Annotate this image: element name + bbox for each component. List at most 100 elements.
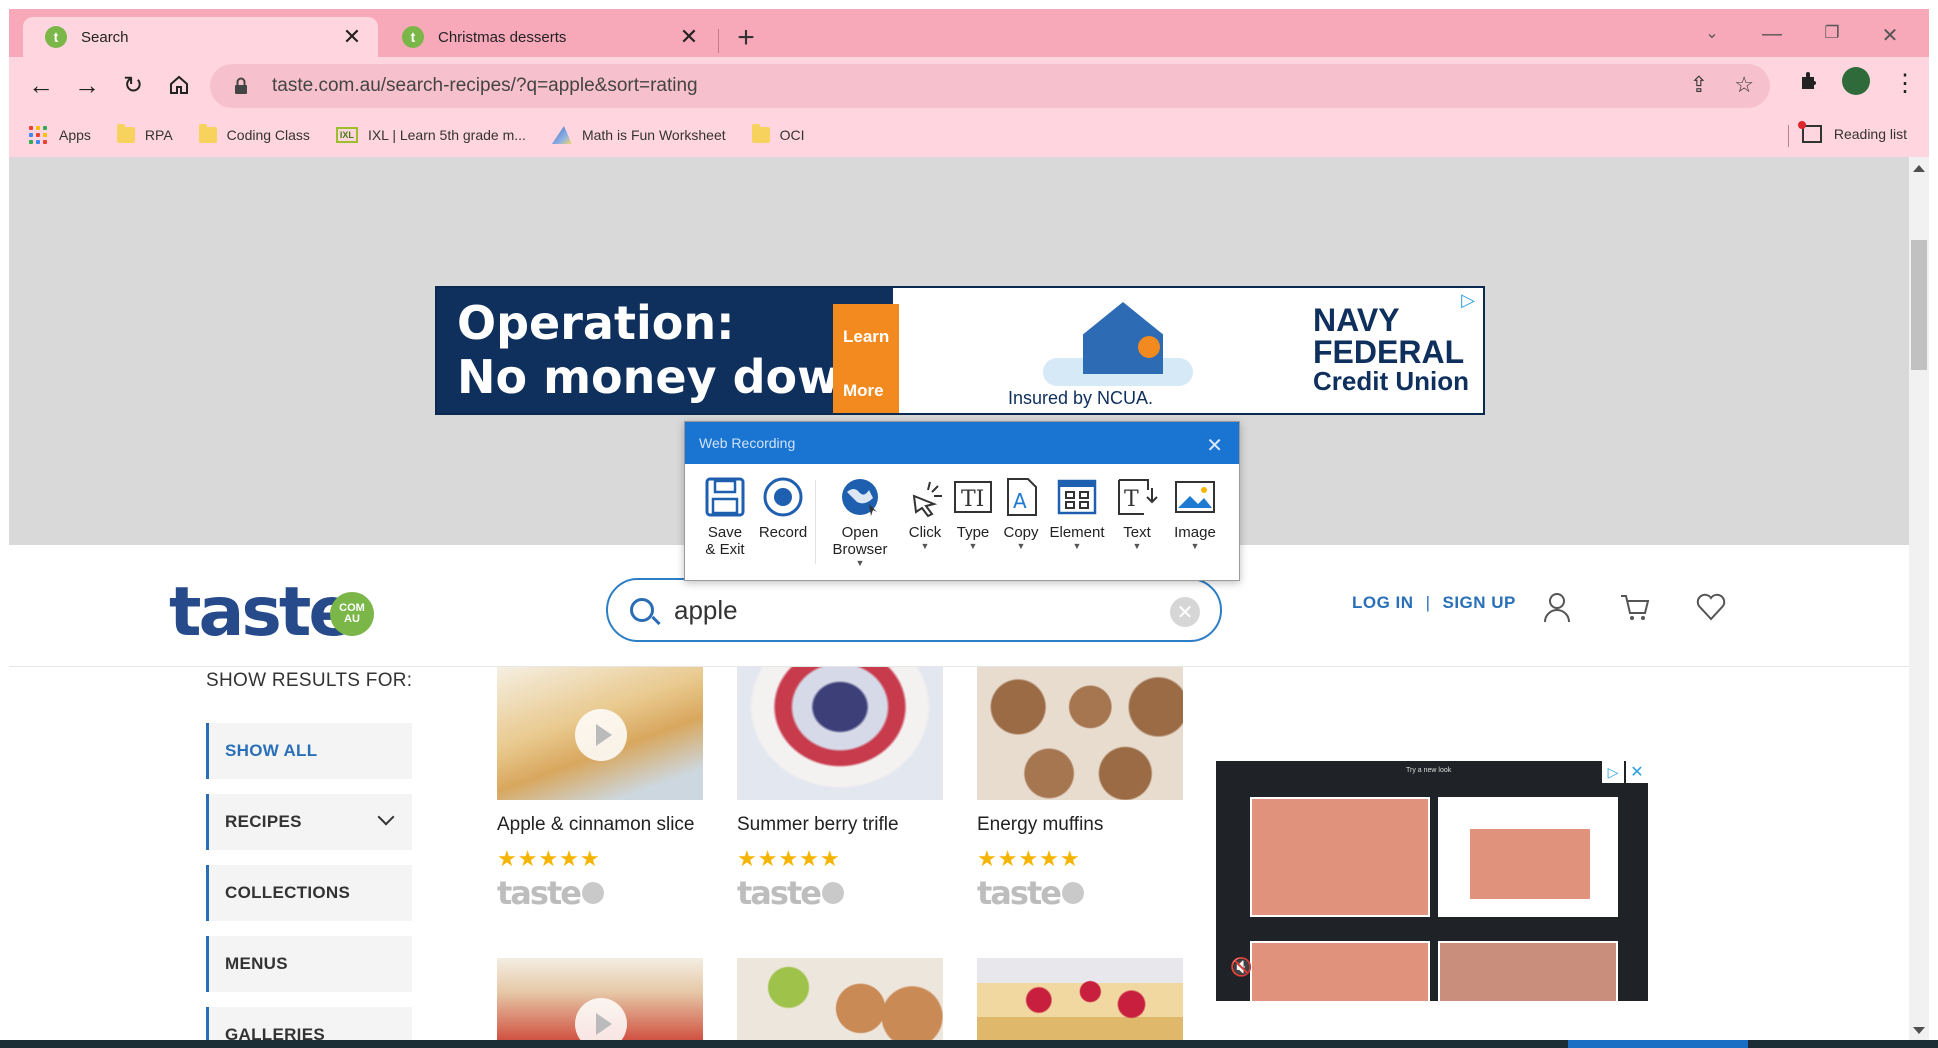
save-exit-button[interactable]: Save & Exit (703, 476, 747, 558)
bookmark-star-icon[interactable]: ☆ (1734, 72, 1754, 98)
muted-speaker-icon[interactable]: 🔇 (1230, 957, 1252, 978)
adchoices-icon[interactable]: ▷ (1461, 290, 1475, 311)
recipe-title[interactable]: Apple & cinnamon slice (497, 814, 703, 836)
text-button[interactable]: T Text ▼ (1115, 476, 1159, 551)
type-button[interactable]: TI Type ▼ (951, 476, 995, 551)
lock-icon[interactable] (234, 77, 248, 95)
bookmark-oci[interactable]: OCI (751, 124, 805, 143)
scroll-down-icon[interactable] (1913, 1027, 1925, 1034)
sidebar-item-galleries[interactable]: GALLERIES (206, 1007, 412, 1042)
dropdown-caret-icon[interactable]: ▼ (999, 541, 1043, 551)
bookmarks-divider (1788, 125, 1789, 147)
recipe-card[interactable]: Summer berry trifle ★★★★★ taste (737, 667, 943, 912)
bookmark-ixl[interactable]: IXL IXL | Learn 5th grade m... (335, 127, 526, 143)
close-tab-icon[interactable]: ✕ (340, 24, 364, 50)
recipe-image[interactable] (737, 958, 943, 1042)
address-bar[interactable]: taste.com.au/search-recipes/?q=apple&sor… (210, 64, 1770, 108)
sidebar-item-recipes[interactable]: RECIPES (206, 794, 412, 850)
recipe-search-box[interactable]: ✕ (606, 578, 1222, 642)
close-window-icon[interactable]: ✕ (1875, 23, 1905, 48)
search-input[interactable] (674, 594, 1114, 626)
dropdown-caret-icon[interactable]: ▼ (951, 541, 995, 551)
recipe-title[interactable]: Summer berry trifle (737, 814, 943, 836)
copy-button[interactable]: A Copy ▼ (999, 476, 1043, 551)
recipe-image[interactable] (737, 667, 943, 800)
bookmarks-bar: Apps RPA Coding Class IXL IXL | Learn 5t… (9, 113, 1929, 157)
close-tab-icon[interactable]: ✕ (677, 24, 701, 50)
extensions-icon[interactable] (1798, 69, 1820, 98)
heart-icon[interactable] (1695, 591, 1727, 623)
ad-headline: Operation: No money down. Learn More (437, 288, 900, 413)
menu-kebab-icon[interactable]: ⋮ (1893, 69, 1917, 98)
profile-avatar[interactable] (1842, 67, 1870, 95)
dropdown-caret-icon[interactable]: ▼ (1167, 541, 1223, 551)
recipe-card[interactable] (497, 958, 703, 1042)
recipe-card[interactable] (737, 958, 943, 1042)
learn-more-button[interactable]: Learn More (833, 304, 900, 413)
element-button[interactable]: Element ▼ (1047, 476, 1107, 551)
taskbar-active-item[interactable] (1568, 1040, 1748, 1048)
cart-icon[interactable] (1619, 591, 1651, 623)
sidebar-item-show-all[interactable]: SHOW ALL (206, 723, 412, 779)
scrollbar-thumb[interactable] (1911, 240, 1927, 370)
page-scrollbar[interactable] (1909, 157, 1929, 1042)
open-browser-button[interactable]: Open Browser ▼ (827, 476, 893, 568)
minimize-icon[interactable]: — (1757, 23, 1787, 46)
recipe-image[interactable] (977, 958, 1183, 1042)
image-button[interactable]: Image ▼ (1167, 476, 1223, 551)
plus-icon[interactable]: + (729, 21, 763, 55)
home-icon[interactable] (161, 67, 197, 103)
brand-text: taste (497, 874, 582, 912)
user-icon[interactable] (1541, 591, 1573, 623)
scroll-up-icon[interactable] (1913, 165, 1925, 172)
record-button[interactable]: Record (755, 476, 811, 541)
restore-icon[interactable]: ❐ (1817, 23, 1847, 43)
bookmark-rpa[interactable]: RPA (116, 124, 173, 143)
tab-search[interactable]: t Search ✕ (23, 17, 378, 57)
adchoices-icon[interactable]: ▷ (1602, 761, 1624, 783)
taste-badge-icon (1061, 882, 1084, 904)
os-taskbar (0, 1040, 1938, 1048)
bookmark-math-is-fun[interactable]: Math is Fun Worksheet (551, 126, 726, 144)
sidebar-item-collections[interactable]: COLLECTIONS (206, 865, 412, 921)
clear-search-icon[interactable]: ✕ (1170, 597, 1200, 627)
recipe-card[interactable]: Apple & cinnamon slice ★★★★★ taste (497, 667, 703, 912)
type-icon: TI (952, 476, 994, 518)
reload-icon[interactable]: ↻ (115, 67, 151, 103)
dropdown-caret-icon[interactable]: ▼ (1047, 541, 1107, 551)
sidebar-item-menus[interactable]: MENUS (206, 936, 412, 992)
signup-link[interactable]: SIGN UP (1442, 593, 1515, 612)
svg-text:TI: TI (961, 487, 984, 512)
login-link[interactable]: LOG IN (1352, 593, 1414, 612)
play-video-icon[interactable] (575, 709, 627, 761)
back-icon[interactable]: ← (23, 67, 59, 103)
recipe-image[interactable] (977, 667, 1183, 800)
ad-headline-line-2: No money down. (457, 350, 890, 404)
forward-icon[interactable]: → (69, 67, 105, 103)
tab-search-chevron-icon[interactable]: ⌄ (1697, 23, 1727, 43)
reading-list-icon (1797, 121, 1822, 143)
play-video-icon[interactable] (575, 998, 627, 1042)
bookmark-apps[interactable]: Apps (29, 126, 91, 144)
dropdown-caret-icon[interactable]: ▼ (1115, 541, 1159, 551)
recipe-image[interactable] (497, 958, 703, 1042)
recipe-card[interactable] (977, 958, 1183, 1042)
side-video-ad[interactable]: Try a new look ▷ ✕ 🔇 (1216, 761, 1648, 1001)
search-icon[interactable] (630, 598, 654, 622)
navy-federal-ad[interactable]: Operation: No money down. Learn More Ins… (435, 286, 1485, 415)
tab-christmas-desserts[interactable]: t Christmas desserts ✕ (380, 17, 715, 57)
chevron-down-icon[interactable] (377, 808, 395, 826)
reading-list-button[interactable]: Reading list (1797, 121, 1907, 143)
recipe-card[interactable]: Energy muffins ★★★★★ taste (977, 667, 1183, 912)
dropdown-caret-icon[interactable]: ▼ (827, 558, 893, 568)
click-button[interactable]: Click ▼ (903, 476, 947, 551)
bookmark-coding-class[interactable]: Coding Class (198, 124, 310, 143)
taste-logo[interactable]: taste (169, 573, 354, 652)
recipe-title[interactable]: Energy muffins (977, 814, 1183, 836)
dialog-titlebar[interactable]: Web Recording ✕ (685, 422, 1239, 464)
close-dialog-icon[interactable]: ✕ (1206, 433, 1223, 458)
close-ad-icon[interactable]: ✕ (1626, 761, 1648, 783)
recipe-image[interactable] (497, 667, 703, 800)
dropdown-caret-icon[interactable]: ▼ (903, 541, 947, 551)
share-icon[interactable]: ⇪ (1690, 72, 1708, 98)
